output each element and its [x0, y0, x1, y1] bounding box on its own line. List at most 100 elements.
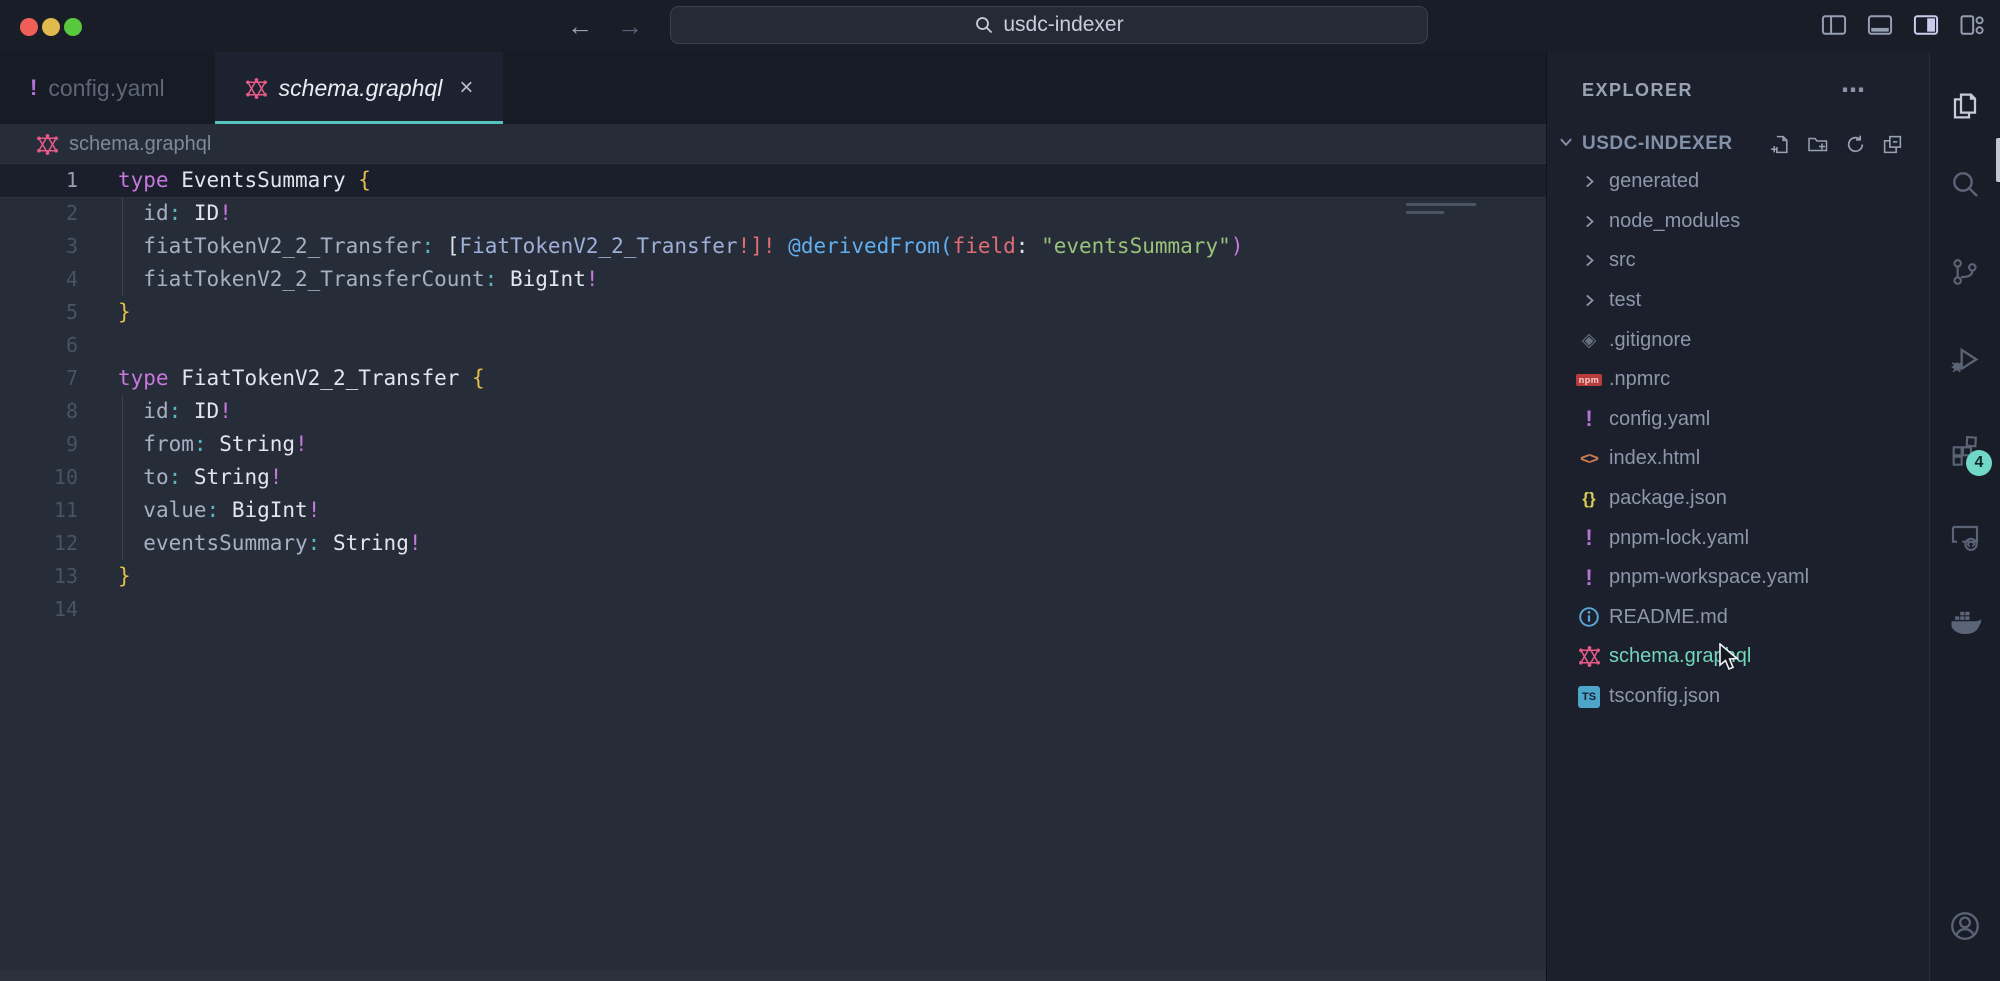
more-actions-icon[interactable]: ⋯	[1841, 76, 1867, 105]
toggle-primary-sidebar-icon[interactable]	[1820, 11, 1848, 39]
tree-folder-src[interactable]: src	[1547, 241, 1929, 281]
line-number: 5	[0, 296, 78, 329]
tree-file-tsconfig.json[interactable]: TStsconfig.json	[1547, 677, 1929, 717]
code-line-6[interactable]: 6	[0, 329, 1546, 362]
tree-file-.gitignore[interactable]: ◈.gitignore	[1547, 320, 1929, 360]
line-number: 1	[0, 164, 78, 197]
line-number: 11	[0, 494, 78, 527]
tree-file-README.md[interactable]: README.md	[1547, 598, 1929, 638]
activity-run-debug[interactable]	[1930, 332, 2000, 388]
line-number: 3	[0, 230, 78, 263]
code-line-1[interactable]: 1 type EventsSummary {	[0, 164, 1546, 197]
explorer-title: EXPLORER	[1582, 80, 1693, 101]
activity-bar: 4	[1930, 52, 2000, 981]
tree-folder-node_modules[interactable]: node_modules	[1547, 202, 1929, 242]
chevron-right-icon	[1574, 213, 1604, 230]
toggle-secondary-sidebar-icon[interactable]	[1912, 11, 1940, 39]
graphql-icon	[1574, 645, 1604, 668]
tree-item-label: README.md	[1609, 606, 1728, 629]
refresh-icon[interactable]	[1845, 134, 1866, 155]
chevron-right-icon	[1574, 252, 1604, 269]
code-line-2[interactable]: 2 id: ID!	[0, 197, 1546, 230]
code-line-text: id: ID!	[118, 395, 232, 428]
activity-source-control[interactable]	[1930, 244, 2000, 300]
code-line-5[interactable]: 5}	[0, 296, 1546, 329]
tree-folder-generated[interactable]: generated	[1547, 162, 1929, 202]
account-icon	[1948, 909, 1982, 943]
tree-item-label: src	[1609, 249, 1636, 272]
new-folder-icon[interactable]	[1807, 134, 1829, 155]
activity-extensions[interactable]: 4	[1930, 422, 2000, 478]
tree-item-label: .gitignore	[1609, 329, 1691, 352]
tree-file-index.html[interactable]: <>index.html	[1547, 439, 1929, 479]
back-icon[interactable]: ←	[562, 8, 598, 44]
project-root-row[interactable]: USDC-INDEXER	[1547, 124, 1929, 164]
forward-icon[interactable]: →	[612, 8, 648, 44]
yaml-icon: !	[1574, 565, 1604, 591]
code-line-13[interactable]: 13}	[0, 560, 1546, 593]
files-icon	[1949, 90, 1981, 122]
line-number: 8	[0, 395, 78, 428]
code-editor[interactable]: 1type EventsSummary {2 id: ID!3 fiatToke…	[0, 164, 1546, 981]
code-line-text: }	[118, 296, 131, 329]
line-number: 4	[0, 263, 78, 296]
tree-file-package.json[interactable]: {}package.json	[1547, 479, 1929, 519]
tree-item-label: package.json	[1609, 487, 1727, 510]
git-icon: ◈	[1574, 329, 1604, 352]
docker-icon	[1948, 605, 1982, 639]
tree-item-label: config.yaml	[1609, 408, 1710, 431]
chevron-right-icon	[1574, 292, 1604, 309]
code-line-3[interactable]: 3 fiatTokenV2_2_Transfer: [FiatTokenV2_2…	[0, 230, 1546, 263]
line-number: 2	[0, 197, 78, 230]
explorer-sidebar: EXPLORER ⋯ USDC-INDEXER generatednode_mo…	[1546, 52, 1930, 981]
file-tree: generatednode_modulessrctest◈.gitignoren…	[1547, 162, 1929, 716]
new-file-icon[interactable]	[1770, 134, 1791, 155]
tree-item-label: pnpm-lock.yaml	[1609, 527, 1749, 550]
code-line-text: type EventsSummary {	[118, 164, 371, 197]
close-button[interactable]	[20, 18, 38, 36]
activity-search[interactable]	[1930, 156, 2000, 212]
code-line-text: from: String!	[118, 428, 308, 461]
tree-folder-test[interactable]: test	[1547, 281, 1929, 321]
vscode-window: ← → usdc-indexer !config.yamlschema.grap…	[0, 0, 2000, 981]
collapse-all-icon[interactable]	[1882, 134, 1903, 155]
customize-layout-icon[interactable]	[1958, 11, 1986, 39]
close-tab-icon[interactable]: ×	[459, 74, 473, 102]
horizontal-scrollbar[interactable]	[0, 971, 1546, 981]
tabbar: !config.yaml schema.graphql ×	[0, 52, 1546, 124]
activity-remote-explorer[interactable]	[1930, 509, 2000, 565]
tree-file-.npmrc[interactable]: npm.npmrc	[1547, 360, 1929, 400]
source-control-icon	[1949, 256, 1981, 288]
breadcrumb[interactable]: schema.graphql	[0, 124, 1546, 164]
line-number: 12	[0, 527, 78, 560]
tab-config.yaml[interactable]: !config.yaml	[0, 52, 195, 124]
zoom-button[interactable]	[64, 18, 82, 36]
tree-file-pnpm-workspace.yaml[interactable]: !pnpm-workspace.yaml	[1547, 558, 1929, 598]
tree-item-label: test	[1609, 289, 1641, 312]
search-value: usdc-indexer	[1003, 13, 1123, 37]
activity-account[interactable]	[1930, 898, 2000, 954]
code-line-7[interactable]: 7type FiatTokenV2_2_Transfer {	[0, 362, 1546, 395]
code-line-12[interactable]: 12 eventsSummary: String!	[0, 527, 1546, 560]
search-input[interactable]: usdc-indexer	[670, 6, 1428, 44]
extensions-badge: 4	[1966, 450, 1992, 476]
tab-label: config.yaml	[48, 75, 164, 102]
tree-item-label: tsconfig.json	[1609, 685, 1720, 708]
code-line-4[interactable]: 4 fiatTokenV2_2_TransferCount: BigInt!	[0, 263, 1546, 296]
line-number: 9	[0, 428, 78, 461]
minimize-button[interactable]	[42, 18, 60, 36]
titlebar: ← → usdc-indexer	[0, 0, 2000, 52]
tab-label: schema.graphql	[279, 75, 443, 102]
line-number: 6	[0, 329, 78, 362]
code-line-14[interactable]: 14	[0, 593, 1546, 626]
tree-file-config.yaml[interactable]: !config.yaml	[1547, 400, 1929, 440]
activity-docker[interactable]	[1930, 594, 2000, 650]
code-line-11[interactable]: 11 value: BigInt!	[0, 494, 1546, 527]
tab-schema.graphql[interactable]: schema.graphql ×	[215, 52, 504, 124]
code-line-9[interactable]: 9 from: String!	[0, 428, 1546, 461]
activity-explorer[interactable]	[1930, 78, 2000, 134]
code-line-8[interactable]: 8 id: ID!	[0, 395, 1546, 428]
tree-file-pnpm-lock.yaml[interactable]: !pnpm-lock.yaml	[1547, 518, 1929, 558]
toggle-panel-icon[interactable]	[1866, 11, 1894, 39]
code-line-10[interactable]: 10 to: String!	[0, 461, 1546, 494]
